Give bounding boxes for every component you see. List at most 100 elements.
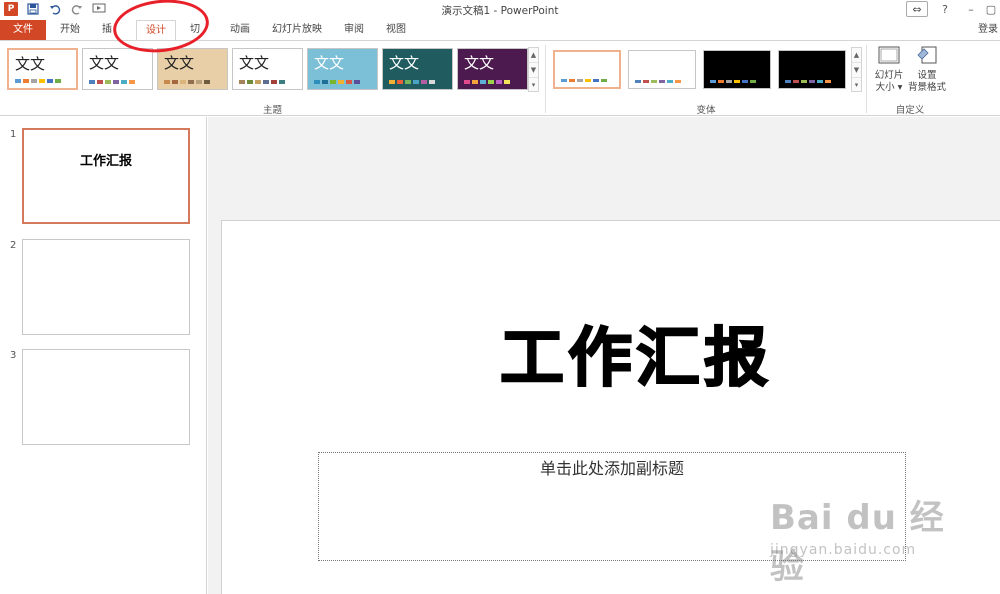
slide-size-line2: 大小 ▾	[875, 82, 903, 93]
watermark-url: jingyan.baidu.com	[770, 542, 917, 558]
color-swatch	[651, 80, 657, 83]
color-swatch	[504, 80, 510, 84]
theme-thumbnail[interactable]: 文文	[382, 48, 453, 90]
watermark-logo: Bai du 经验	[770, 498, 945, 587]
variants-group-label: 变体	[696, 105, 716, 116]
variant-thumbnail[interactable]	[553, 50, 621, 89]
slide-size-button[interactable]: 幻灯片 大小 ▾	[870, 45, 908, 94]
theme-color-swatches	[89, 80, 135, 84]
color-swatch	[330, 80, 336, 84]
color-swatch	[204, 80, 210, 84]
theme-color-swatches	[464, 80, 510, 84]
variant-thumbnail[interactable]	[778, 50, 846, 89]
gallery-down-icon[interactable]: ▼	[529, 63, 538, 78]
color-swatch	[121, 80, 127, 84]
color-swatch	[31, 79, 37, 83]
gallery-up-icon[interactable]: ▲	[529, 48, 538, 63]
ribbon-display-options-icon[interactable]: ⇔	[906, 1, 928, 17]
slide-thumbnail[interactable]	[22, 349, 190, 445]
slide-thumbnail-pane: 1 工作汇报 2 3	[0, 117, 207, 594]
tab-slideshow[interactable]: 幻灯片放映	[268, 20, 326, 40]
color-swatch	[593, 79, 599, 82]
variant-down-icon[interactable]: ▼	[852, 63, 861, 78]
slide-size-icon	[876, 45, 902, 67]
color-swatch	[39, 79, 45, 83]
color-swatch	[659, 80, 665, 83]
color-swatch	[338, 80, 344, 84]
color-swatch	[675, 80, 681, 83]
color-swatch	[255, 80, 261, 84]
color-swatch	[421, 80, 427, 84]
color-swatch	[577, 79, 583, 82]
theme-sample-text: 文文	[239, 54, 270, 72]
color-swatch	[279, 80, 285, 84]
theme-sample-text: 文文	[15, 55, 46, 73]
theme-thumbnail[interactable]: 文文	[307, 48, 378, 90]
theme-thumbnail[interactable]: 文文	[457, 48, 528, 90]
slide-thumbnail[interactable]: 工作汇报	[22, 128, 190, 224]
restore-icon[interactable]: ▢	[980, 1, 1000, 17]
theme-color-swatches	[389, 80, 435, 84]
color-swatch	[247, 80, 253, 84]
color-swatch	[354, 80, 360, 84]
color-swatch	[429, 80, 435, 84]
help-icon[interactable]: ?	[934, 1, 956, 17]
theme-thumbnail[interactable]: 文文	[7, 48, 78, 90]
variant-gallery-scroller[interactable]: ▲ ▼ ▾	[851, 47, 862, 92]
color-swatch	[105, 80, 111, 84]
customize-group-label: 自定义	[895, 105, 925, 116]
color-swatch	[718, 80, 724, 83]
subtitle-placeholder-text: 单击此处添加副标题	[539, 459, 684, 478]
theme-sample-text: 文文	[314, 54, 345, 72]
gallery-more-icon[interactable]: ▾	[529, 78, 538, 93]
variant-up-icon[interactable]: ▲	[852, 48, 861, 63]
color-swatch	[188, 80, 194, 84]
slide-title[interactable]: 工作汇报	[262, 307, 1000, 399]
theme-thumbnail[interactable]: 文文	[82, 48, 153, 90]
variant-thumbnail[interactable]	[628, 50, 696, 89]
color-swatch	[635, 80, 641, 83]
login-link[interactable]: 登录	[978, 20, 1000, 40]
tab-review[interactable]: 审阅	[338, 20, 370, 40]
theme-thumbnail[interactable]: 文文	[232, 48, 303, 90]
thumbnail-number: 2	[10, 240, 17, 251]
color-swatch	[561, 79, 567, 82]
variant-color-swatches	[710, 80, 756, 83]
format-background-button[interactable]: 设置 背景格式	[906, 45, 948, 94]
theme-color-swatches	[164, 80, 210, 84]
theme-color-swatches	[239, 80, 285, 84]
color-swatch	[113, 80, 119, 84]
tab-file[interactable]: 文件	[0, 20, 46, 40]
color-swatch	[47, 79, 53, 83]
theme-thumbnail[interactable]: 文文	[157, 48, 228, 90]
color-swatch	[271, 80, 277, 84]
theme-color-swatches	[314, 80, 360, 84]
themes-group-label: 主题	[262, 105, 282, 116]
tab-home[interactable]: 开始	[54, 20, 86, 40]
theme-gallery-scroller[interactable]: ▲ ▼ ▾	[528, 47, 539, 92]
color-swatch	[710, 80, 716, 83]
variant-more-icon[interactable]: ▾	[852, 78, 861, 93]
slide-thumbnail[interactable]	[22, 239, 190, 335]
color-swatch	[129, 80, 135, 84]
color-swatch	[793, 80, 799, 83]
theme-sample-text: 文文	[389, 54, 420, 72]
variant-thumbnail[interactable]	[703, 50, 771, 89]
slide-size-line1: 幻灯片	[874, 70, 904, 81]
color-swatch	[809, 80, 815, 83]
color-swatch	[89, 80, 95, 84]
color-swatch	[397, 80, 403, 84]
tab-view[interactable]: 视图	[380, 20, 412, 40]
minimize-icon[interactable]: –	[960, 1, 982, 17]
tab-animations[interactable]: 动画	[224, 20, 256, 40]
variant-color-swatches	[635, 80, 681, 83]
color-swatch	[801, 80, 807, 83]
color-swatch	[569, 79, 575, 82]
color-swatch	[742, 80, 748, 83]
variant-color-swatches	[785, 80, 831, 83]
color-swatch	[817, 80, 823, 83]
color-swatch	[643, 80, 649, 83]
color-swatch	[750, 80, 756, 83]
format-background-icon	[914, 45, 940, 67]
thumbnail-title: 工作汇报	[79, 154, 132, 169]
